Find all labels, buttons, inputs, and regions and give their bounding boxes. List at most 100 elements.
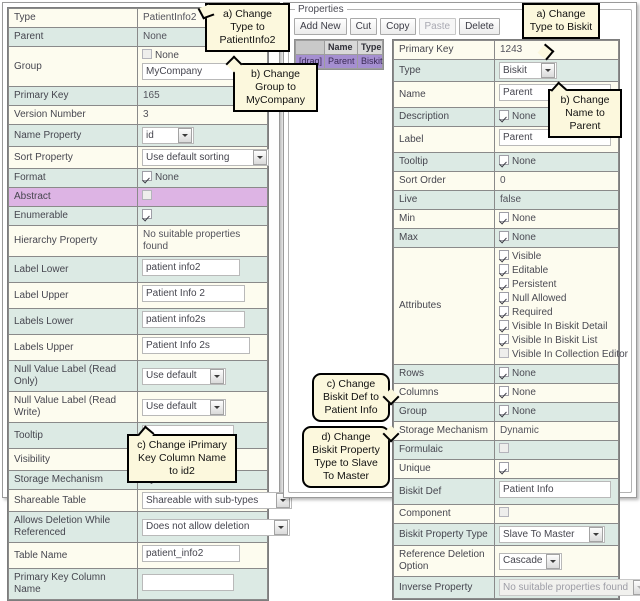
text-input[interactable]: Patient Info 2s <box>142 337 250 354</box>
checkbox-rows[interactable]: None <box>499 367 614 381</box>
chevron-down-icon[interactable] <box>589 527 603 542</box>
checkbox-format[interactable]: None <box>142 171 263 185</box>
checkbox-icon[interactable] <box>499 278 509 288</box>
property-row[interactable]: Sort PropertyUse default sorting <box>9 147 267 168</box>
property-row[interactable]: TypeBiskit <box>394 60 618 81</box>
checkbox-group[interactable]: None <box>499 405 614 419</box>
property-row[interactable]: Null Value Label (Read Only)Use default <box>9 361 267 391</box>
dropdown[interactable]: Use default sorting <box>142 149 269 166</box>
property-row[interactable]: Reference Deletion OptionCascade <box>394 546 618 576</box>
checkbox-icon[interactable] <box>499 367 509 377</box>
property-row[interactable]: Table Namepatient_info2 <box>9 543 267 568</box>
checkbox-required[interactable]: Required <box>499 306 614 320</box>
property-row[interactable]: Labels UpperPatient Info 2s <box>9 335 267 360</box>
checkbox-editable[interactable]: Editable <box>499 264 614 278</box>
checkbox-formulaic[interactable] <box>499 443 614 457</box>
property-row[interactable]: Label Lowerpatient info2 <box>9 257 267 282</box>
dropdown[interactable]: Shareable with sub-types <box>142 492 292 509</box>
checkbox-icon[interactable] <box>499 386 509 396</box>
dropdown[interactable]: Use default <box>142 368 226 385</box>
property-row[interactable]: AttributesVisibleEditablePersistentNull … <box>394 248 618 364</box>
chevron-down-icon[interactable] <box>546 554 560 569</box>
chevron-down-icon[interactable] <box>210 369 224 384</box>
dropdown[interactable]: Does not allow deletion <box>142 519 290 536</box>
property-row[interactable]: FormatNone <box>9 169 267 187</box>
cut-button[interactable]: Cut <box>350 18 378 35</box>
property-row[interactable]: Formulaic <box>394 441 618 459</box>
property-row[interactable]: Name Propertyid <box>9 125 267 146</box>
checkbox-icon[interactable] <box>499 348 509 358</box>
checkbox-visible-in-biskit-detail[interactable]: Visible In Biskit Detail <box>499 320 614 334</box>
dropdown[interactable]: Use default <box>142 399 226 416</box>
property-row[interactable]: Biskit DefPatient Info <box>394 479 618 504</box>
property-row[interactable]: Enumerable <box>9 207 267 225</box>
checkbox-visible[interactable]: Visible <box>499 250 614 264</box>
chevron-down-icon[interactable] <box>541 63 555 78</box>
grid-cell-type[interactable]: Biskit <box>358 55 382 68</box>
checkbox-max[interactable]: None <box>499 231 614 245</box>
text-input[interactable]: Patient Info 2 <box>142 285 245 302</box>
checkbox-null-allowed[interactable]: Null Allowed <box>499 292 614 306</box>
checkbox-icon[interactable] <box>499 110 509 120</box>
property-row[interactable]: Storage MechanismDynamic <box>394 422 618 440</box>
checkbox-columns[interactable]: None <box>499 386 614 400</box>
property-row[interactable]: Primary Key1243 <box>394 41 618 59</box>
property-row[interactable]: Version Number3 <box>9 106 267 124</box>
checkbox-enumerable[interactable] <box>142 209 263 223</box>
property-row[interactable]: MaxNone <box>394 229 618 247</box>
property-row[interactable]: GroupNone <box>394 403 618 421</box>
add-new-button[interactable]: Add New <box>294 18 347 35</box>
checkbox-visible-in-biskit-list[interactable]: Visible In Biskit List <box>499 334 614 348</box>
chevron-down-icon[interactable] <box>274 520 288 535</box>
property-row[interactable]: Label UpperPatient Info 2 <box>9 283 267 308</box>
checkbox-icon[interactable] <box>499 443 509 453</box>
property-row[interactable]: Abstract <box>9 188 267 206</box>
property-row[interactable]: Primary Key Column Name <box>9 569 267 599</box>
checkbox-icon[interactable] <box>499 320 509 330</box>
property-row[interactable]: Shareable TableShareable with sub-types <box>9 490 267 511</box>
checkbox-icon[interactable] <box>499 462 509 472</box>
property-row[interactable]: Allows Deletion While ReferencedDoes not… <box>9 512 267 542</box>
property-row[interactable]: Livefalse <box>394 191 618 209</box>
checkbox-icon[interactable] <box>499 264 509 274</box>
checkbox-persistent[interactable]: Persistent <box>499 278 614 292</box>
checkbox-icon[interactable] <box>499 231 509 241</box>
checkbox-icon[interactable] <box>499 250 509 260</box>
property-row[interactable]: Null Value Label (Read Write)Use default <box>9 392 267 422</box>
checkbox-icon[interactable] <box>499 155 509 165</box>
checkbox-icon[interactable] <box>142 209 152 219</box>
property-row[interactable]: Biskit Property TypeSlave To Master <box>394 524 618 545</box>
dropdown[interactable]: Slave To Master <box>499 526 605 543</box>
property-row[interactable]: Component <box>394 505 618 523</box>
chevron-down-icon[interactable] <box>253 150 267 165</box>
text-input[interactable] <box>142 574 234 591</box>
checkbox-unique[interactable] <box>499 462 614 476</box>
delete-button[interactable]: Delete <box>459 18 500 35</box>
text-input[interactable]: patient info2s <box>142 311 245 328</box>
property-row[interactable]: Unique <box>394 460 618 478</box>
dropdown[interactable]: id <box>142 127 194 144</box>
property-row[interactable]: MinNone <box>394 210 618 228</box>
checkbox-min[interactable]: None <box>499 212 614 226</box>
text-input[interactable]: patient info2 <box>142 259 240 276</box>
property-row[interactable]: TooltipNone <box>394 153 618 171</box>
grid-cell-name[interactable]: Parent <box>325 55 357 68</box>
checkbox-icon[interactable] <box>499 292 509 302</box>
property-row[interactable]: Inverse PropertyNo suitable properties f… <box>394 577 618 598</box>
dropdown[interactable]: Biskit <box>499 62 557 79</box>
checkbox-icon[interactable] <box>499 212 509 222</box>
property-row[interactable]: Labels Lowerpatient info2s <box>9 309 267 334</box>
checkbox-abstract[interactable] <box>142 190 263 204</box>
property-row[interactable]: Sort Order0 <box>394 172 618 190</box>
property-row[interactable]: Primary Key165 <box>9 87 267 105</box>
chevron-down-icon[interactable] <box>210 400 224 415</box>
checkbox-component[interactable] <box>499 507 614 521</box>
property-row[interactable]: Hierarchy PropertyNo suitable properties… <box>9 226 267 256</box>
checkbox-icon[interactable] <box>499 334 509 344</box>
checkbox-icon[interactable] <box>142 49 152 59</box>
checkbox-icon[interactable] <box>499 507 509 517</box>
property-row[interactable]: ColumnsNone <box>394 384 618 402</box>
text-input[interactable]: patient_info2 <box>142 545 240 562</box>
property-row[interactable]: RowsNone <box>394 365 618 383</box>
copy-button[interactable]: Copy <box>380 18 415 35</box>
